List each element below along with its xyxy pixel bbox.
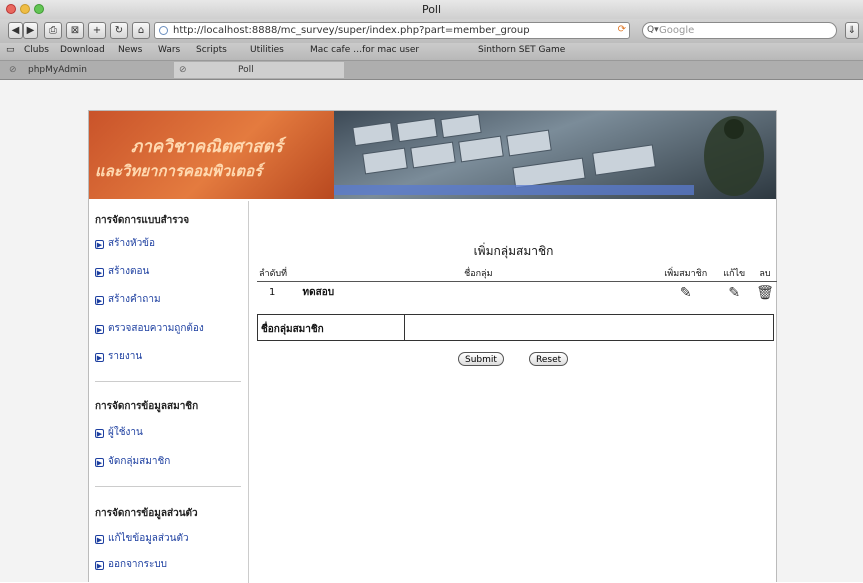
add-member-icon[interactable]: ✎	[680, 286, 692, 300]
bookmark-item[interactable]: Wars	[158, 45, 180, 55]
member-group-table: ลำดับที่ ชื่อกลุ่ม เพิ่มสมาชิก แก้ไข ลบ …	[257, 265, 777, 303]
group-name-input[interactable]	[404, 315, 773, 340]
page-title: เพิ่มกลุ่มสมาชิก	[473, 244, 554, 258]
sidebar-section-personal: การจัดการข้อมูลส่วนตัว	[95, 508, 198, 519]
sidebar-item-edit-profile[interactable]: ▶ แก้ไขข้อมูลส่วนตัว	[95, 531, 189, 546]
bookmarks-bar: ▭ Clubs Download News Wars Scripts Utili…	[0, 43, 863, 61]
bookmark-item[interactable]: Mac cafe …for mac user	[310, 45, 419, 55]
bookmark-item[interactable]: News	[118, 45, 142, 55]
tab-poll[interactable]: ⊘ Poll	[174, 62, 344, 78]
group-name-label: ชื่อกลุ่มสมาชิก	[261, 324, 324, 335]
sidebar-item-label: แก้ไขข้อมูลส่วนตัว	[108, 533, 189, 544]
sidebar-item-label: สร้างตอน	[108, 266, 150, 277]
search-icon: Q▾	[647, 25, 659, 35]
banner-line-2: และวิทยาการคอมพิวเตอร์	[95, 162, 263, 180]
arrow-box-icon: ▶	[95, 561, 104, 570]
bookmark-item[interactable]: Clubs	[24, 45, 49, 55]
sidebar-divider	[95, 381, 241, 382]
bookmarks-book-icon[interactable]: ▭	[6, 45, 15, 55]
cell-no: 1	[269, 287, 276, 298]
group-name-form: ชื่อกลุ่มสมาชิก	[257, 314, 774, 341]
banner-title: ภาควิชาคณิตศาสตร์ และวิทยาการคอมพิวเตอร์	[89, 111, 334, 199]
arrow-box-icon: ▶	[95, 296, 104, 305]
cell-edit: ✎	[715, 282, 753, 304]
arrow-box-icon: ▶	[95, 325, 104, 334]
forward-button[interactable]: ▶	[23, 22, 38, 39]
sidebar-item-create-question[interactable]: ▶ สร้างคำถาม	[95, 292, 161, 307]
tab-label: phpMyAdmin	[28, 65, 87, 75]
address-text: http://localhost:8888/mc_survey/super/in…	[173, 25, 530, 36]
sidebar-item-label: ผู้ใช้งาน	[108, 427, 143, 438]
close-tab-icon[interactable]: ⊘	[179, 62, 187, 78]
globe-icon	[159, 26, 168, 35]
bookmark-item[interactable]: Download	[60, 45, 105, 55]
col-header-add-member: เพิ่มสมาชิก	[656, 265, 716, 282]
trash-icon[interactable]: 🗑	[756, 286, 774, 300]
window-title: Poll	[421, 3, 442, 16]
arrow-box-icon: ▶	[95, 429, 104, 438]
back-button[interactable]: ◀	[8, 22, 23, 39]
browser-toolbar: ◀ ▶ ⎙ ⊠ + ↻ ⌂ http://localhost:8888/mc_s…	[0, 19, 863, 43]
table-row: 1 ทดสอบ ✎ ✎ 🗑	[257, 282, 777, 304]
search-placeholder: Google	[659, 25, 695, 36]
arrow-box-icon: ▶	[95, 240, 104, 249]
sidebar-item-label: สร้างคำถาม	[108, 294, 161, 305]
edit-icon[interactable]: ✎	[728, 286, 740, 300]
main-content: เพิ่มกลุ่มสมาชิก ลำดับที่ ชื่อกลุ่ม เพิ่…	[249, 201, 778, 583]
sidebar-section-survey: การจัดการแบบสำรวจ	[95, 215, 190, 226]
tab-label: Poll	[238, 65, 254, 75]
sidebar-item-label: ออกจากระบบ	[108, 559, 168, 570]
home-icon[interactable]: ⌂	[132, 22, 150, 39]
cell-delete: 🗑	[753, 282, 777, 304]
sidebar-item-create-part[interactable]: ▶ สร้างตอน	[95, 264, 149, 279]
arrow-box-icon: ▶	[95, 458, 104, 467]
banner-keyboard-image	[334, 111, 776, 199]
cell-group-name: ทดสอบ	[302, 287, 335, 298]
site-frame: ภาควิชาคณิตศาสตร์ และวิทยาการคอมพิวเตอร์	[88, 110, 778, 583]
close-tab-icon[interactable]: ⊘	[9, 62, 17, 78]
sidebar-item-label: ตรวจสอบความถูกต้อง	[108, 323, 204, 334]
table-header-row: ลำดับที่ ชื่อกลุ่ม เพิ่มสมาชิก แก้ไข ลบ	[257, 265, 777, 282]
arrow-box-icon: ▶	[95, 535, 104, 544]
bookmark-item[interactable]: Scripts	[196, 45, 227, 55]
page-viewport: ภาควิชาคณิตศาสตร์ และวิทยาการคอมพิวเตอร์	[0, 80, 863, 583]
downloads-icon[interactable]: ⇓	[845, 22, 859, 39]
tab-phpmyadmin[interactable]: ⊘ phpMyAdmin	[4, 62, 172, 78]
sidebar: การจัดการแบบสำรวจ ▶ สร้างหัวข้อ ▶ สร้างตอน…	[89, 201, 249, 583]
banner-line-1: ภาควิชาคณิตศาสตร์	[131, 137, 283, 157]
arrow-box-icon: ▶	[95, 353, 104, 362]
col-header-no: ลำดับที่	[257, 265, 301, 282]
tab-bar: ⊘ phpMyAdmin ⊘ Poll	[0, 61, 863, 80]
col-header-name: ชื่อกลุ่ม	[300, 265, 657, 282]
cell-add-member: ✎	[656, 282, 715, 304]
bookmark-item[interactable]: Sinthorn SET Game	[478, 45, 565, 55]
arrow-box-icon: ▶	[95, 268, 104, 277]
sidebar-divider	[95, 486, 241, 487]
window-titlebar: Poll	[0, 0, 863, 19]
sidebar-item-label: จัดกลุ่มสมาชิก	[108, 456, 171, 467]
submit-button[interactable]: Submit	[458, 352, 504, 366]
bookmark-item[interactable]: Utilities	[250, 45, 284, 55]
page-reload-icon[interactable]: ⟳	[618, 24, 626, 35]
sidebar-item-users[interactable]: ▶ ผู้ใช้งาน	[95, 425, 143, 440]
sidebar-item-label: รายงาน	[108, 351, 143, 362]
banner-blue-strip	[334, 185, 694, 195]
add-bookmark-icon[interactable]: +	[88, 22, 106, 39]
sidebar-item-member-groups[interactable]: ▶ จัดกลุ่มสมาชิก	[95, 454, 170, 469]
reset-button[interactable]: Reset	[529, 352, 569, 366]
sidebar-item-report[interactable]: ▶ รายงาน	[95, 349, 142, 364]
snapback-icon[interactable]: ⊠	[66, 22, 84, 39]
sidebar-item-validate[interactable]: ▶ ตรวจสอบความถูกต้อง	[95, 321, 204, 336]
search-input[interactable]: Q▾ Google	[642, 22, 837, 39]
sidebar-item-create-topic[interactable]: ▶ สร้างหัวข้อ	[95, 236, 155, 251]
sidebar-item-logout[interactable]: ▶ ออกจากระบบ	[95, 557, 167, 572]
print-icon[interactable]: ⎙	[44, 22, 62, 39]
address-bar[interactable]: http://localhost:8888/mc_survey/super/in…	[154, 22, 630, 39]
sidebar-item-label: สร้างหัวข้อ	[108, 238, 156, 249]
col-header-edit: แก้ไข	[715, 265, 754, 282]
reload-icon[interactable]: ↻	[110, 22, 128, 39]
sidebar-section-members: การจัดการข้อมูลสมาชิก	[95, 401, 199, 412]
col-header-delete: ลบ	[753, 265, 777, 282]
